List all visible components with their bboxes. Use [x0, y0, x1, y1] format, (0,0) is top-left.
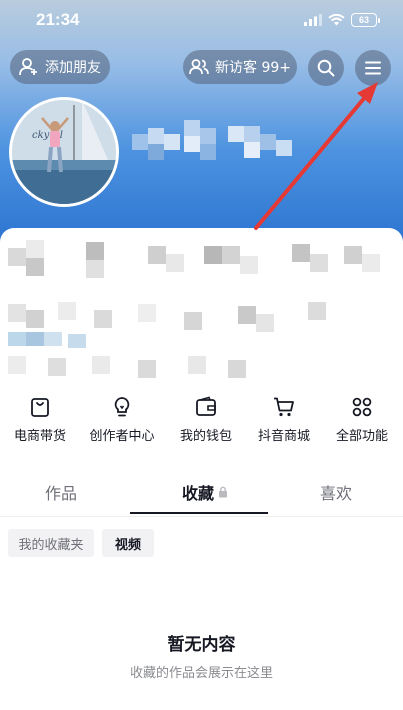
shopping-bag-icon [31, 398, 49, 417]
shortcut-wallet[interactable]: 我的钱包 [166, 395, 246, 444]
shortcut-douyin-mall[interactable]: 抖音商城 [244, 395, 324, 444]
shortcut-label: 我的钱包 [179, 429, 232, 444]
grid-icon [352, 397, 372, 417]
lightbulb-icon [114, 397, 130, 417]
shortcut-ecommerce[interactable]: 电商带货 [0, 395, 80, 444]
shortcut-all-features[interactable]: 全部功能 [322, 395, 402, 444]
my-collections-chip[interactable]: 我的收藏夹 [8, 529, 94, 557]
active-tab-indicator [130, 512, 268, 514]
profile-tabs: 作品 收藏 喜欢 [0, 480, 403, 516]
cart-icon [274, 397, 294, 417]
video-filter-chip[interactable]: 视频 [102, 529, 154, 557]
tabs-divider [0, 516, 403, 517]
empty-state-title: 暂无内容 [167, 635, 236, 655]
shortcut-bar: 电商带货 创作者中心 我的钱包 抖音商城 全部功能 [0, 395, 403, 455]
tab-works[interactable]: 作品 [45, 480, 77, 504]
tab-favorites[interactable]: 收藏 [182, 480, 228, 504]
tab-favorites-label: 收藏 [182, 484, 215, 503]
shortcut-label: 创作者中心 [89, 429, 155, 444]
tab-likes[interactable]: 喜欢 [320, 480, 352, 504]
annotation-arrow [254, 82, 378, 230]
shortcut-label: 电商带货 [13, 429, 66, 444]
empty-state-subtitle: 收藏的作品会展示在这里 [129, 666, 273, 681]
shortcut-label: 抖音商城 [257, 429, 310, 444]
profile-bio-redacted [8, 298, 393, 382]
lock-icon [219, 486, 228, 498]
wallet-icon [196, 396, 216, 416]
shortcut-creator-center[interactable]: 创作者中心 [82, 395, 162, 444]
shortcut-label: 全部功能 [335, 429, 388, 444]
